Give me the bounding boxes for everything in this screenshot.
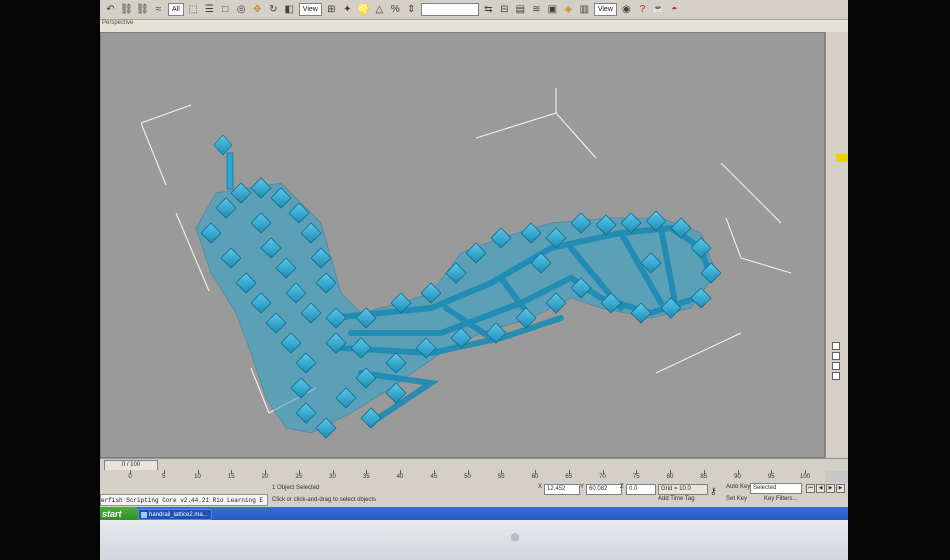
object-color-swatch[interactable] bbox=[836, 154, 848, 162]
set-key-button[interactable]: Set Key bbox=[726, 496, 747, 502]
help-icon[interactable]: ? bbox=[636, 3, 649, 16]
handrail-lattice-model bbox=[195, 134, 722, 439]
app-icon bbox=[141, 512, 147, 518]
percent-snap-icon[interactable]: % bbox=[389, 3, 402, 16]
x-label: X bbox=[538, 484, 543, 490]
scale-icon[interactable]: ◧ bbox=[283, 3, 296, 16]
snaps-icon[interactable]: ♌ bbox=[357, 3, 370, 16]
status-bar: erfish Scripting Core v2.44.21 Rio Learn… bbox=[100, 483, 848, 507]
spinner-snap-icon[interactable]: ⇕ bbox=[405, 3, 418, 16]
ruler-tick-label: 0 bbox=[128, 474, 132, 480]
schematic-view-icon[interactable]: ▣ bbox=[546, 3, 559, 16]
key-mode-dropdown[interactable]: Selected bbox=[750, 483, 802, 494]
maxscript-listener[interactable]: erfish Scripting Core v2.44.21 Rio Learn… bbox=[100, 494, 268, 506]
quick-render-icon[interactable]: ◉ bbox=[620, 3, 633, 16]
ruler-tick-label: 45 bbox=[430, 474, 438, 480]
prev-frame-icon[interactable]: ◀ bbox=[816, 484, 825, 493]
y-label: Y bbox=[580, 484, 585, 490]
undo-icon[interactable]: ↶ bbox=[104, 3, 117, 16]
ruler-tick-label: 90 bbox=[734, 474, 741, 480]
selection-filter-dropdown[interactable]: All bbox=[168, 3, 184, 16]
ruler-tick-label: 10 bbox=[194, 474, 201, 480]
next-frame-icon[interactable]: ▶ bbox=[836, 484, 845, 493]
add-time-tag-button[interactable]: Add Time Tag bbox=[658, 496, 695, 502]
selection-status: 1 Object Selected bbox=[272, 485, 320, 491]
scene-canvas bbox=[140, 88, 792, 439]
ruler-tick-label: 60 bbox=[531, 474, 539, 480]
viewport-label[interactable]: Perspective bbox=[102, 20, 133, 26]
monitor-bezel: ● bbox=[100, 520, 848, 560]
select-by-name-icon[interactable]: ☰ bbox=[203, 3, 216, 16]
window-crossing-icon[interactable]: ◎ bbox=[235, 3, 248, 16]
panel-checkbox-1[interactable] bbox=[832, 342, 840, 350]
panel-checkbox-2[interactable] bbox=[832, 352, 840, 360]
named-selection-dropdown[interactable] bbox=[420, 3, 479, 16]
auto-key-button[interactable]: Auto Key bbox=[726, 484, 750, 490]
render-last-icon[interactable]: ◓ bbox=[668, 3, 681, 16]
main-toolbar: ↶ ⛓ ⛓ ≈ All ⬚ ☰ □ ◎ ✥ ↻ ◧ View ⊞ ✦ ♌ △ %… bbox=[100, 0, 848, 20]
grid-size-display: Grid = 10.0 bbox=[658, 484, 708, 495]
curve-editor-icon[interactable]: ≋ bbox=[530, 3, 543, 16]
bind-icon[interactable]: ≈ bbox=[152, 3, 165, 16]
z-coordinate-field[interactable]: 0.0 bbox=[626, 484, 656, 495]
x-coordinate-field[interactable]: 12.452 bbox=[544, 484, 580, 495]
ruler-tick-label: 65 bbox=[565, 474, 573, 480]
y-coordinate-field[interactable]: 60.082 bbox=[586, 484, 622, 495]
taskbar-item-3dsmax[interactable]: handrail_lattice2.ma... bbox=[138, 509, 212, 520]
apple-logo: ● bbox=[508, 526, 522, 548]
ruler-tick-label: 35 bbox=[362, 474, 370, 480]
material-editor-icon[interactable]: ◈ bbox=[562, 3, 575, 16]
panel-checkbox-4[interactable] bbox=[832, 372, 840, 380]
ruler-tick-label: 80 bbox=[666, 474, 674, 480]
select-object-icon[interactable]: ⬚ bbox=[187, 3, 200, 16]
move-icon[interactable]: ✥ bbox=[251, 3, 264, 16]
ruler-tick-label: 30 bbox=[329, 474, 336, 480]
link-icon[interactable]: ⛓ bbox=[120, 3, 133, 16]
ruler-tick-label: 20 bbox=[261, 474, 269, 480]
track-bar-ruler[interactable]: 0 5 10 15 20 25 30 35 40 45 50 55 60 65 70 75 80 85 90 95 10… bbox=[100, 470, 825, 484]
reference-coord-dropdown[interactable]: View bbox=[298, 3, 322, 16]
render-setup-icon[interactable]: ▥ bbox=[578, 3, 591, 16]
align-icon[interactable]: ⊟ bbox=[498, 3, 511, 16]
prompt-line: Click or click-and-drag to select object… bbox=[272, 497, 377, 503]
ruler-tick-label: 95 bbox=[767, 474, 775, 480]
render-view-dropdown[interactable]: View bbox=[593, 3, 617, 16]
layer-manager-icon[interactable]: ▤ bbox=[514, 3, 527, 16]
unlink-icon[interactable]: ⛓ bbox=[136, 3, 149, 16]
ruler-tick-label: 75 bbox=[632, 474, 640, 480]
key-filters-button[interactable]: Key Filters... bbox=[764, 496, 797, 502]
angle-snap-icon[interactable]: △ bbox=[373, 3, 386, 16]
ruler-tick-label: 85 bbox=[700, 474, 708, 480]
ruler-tick-label: 55 bbox=[497, 474, 505, 480]
perspective-viewport[interactable] bbox=[100, 32, 825, 458]
teapot-render-icon[interactable]: ☕ bbox=[652, 3, 665, 16]
ruler-tick-label: 15 bbox=[227, 474, 235, 480]
pivot-icon[interactable]: ⊞ bbox=[325, 3, 338, 16]
photo-frame-right bbox=[848, 0, 950, 560]
manipulate-icon[interactable]: ✦ bbox=[341, 3, 354, 16]
ruler-tick-label: 50 bbox=[464, 474, 471, 480]
panel-checkbox-3[interactable] bbox=[832, 362, 840, 370]
photo-frame-left bbox=[0, 0, 100, 560]
taskbar-item-label: handrail_lattice2.ma... bbox=[149, 512, 208, 518]
ruler-tick-label: 40 bbox=[396, 474, 404, 480]
go-to-start-icon[interactable]: ⏮ bbox=[806, 484, 815, 493]
ruler-tick-label: 70 bbox=[599, 474, 606, 480]
rect-region-icon[interactable]: □ bbox=[219, 3, 232, 16]
z-label: Z bbox=[620, 484, 624, 490]
ruler-tick-label: 25 bbox=[295, 474, 303, 480]
ruler-tick-label: 5 bbox=[162, 474, 166, 480]
command-panel bbox=[825, 32, 848, 458]
key-icon[interactable]: ⚷ bbox=[710, 486, 717, 497]
start-label: start bbox=[102, 509, 122, 519]
rotate-icon[interactable]: ↻ bbox=[267, 3, 280, 16]
mirror-icon[interactable]: ⇆ bbox=[482, 3, 495, 16]
monitor-screen: ↶ ⛓ ⛓ ≈ All ⬚ ☰ □ ◎ ✥ ↻ ◧ View ⊞ ✦ ♌ △ %… bbox=[100, 0, 848, 522]
play-icon[interactable]: ▶ bbox=[826, 484, 835, 493]
ruler-tick-label: 100 bbox=[799, 474, 811, 480]
